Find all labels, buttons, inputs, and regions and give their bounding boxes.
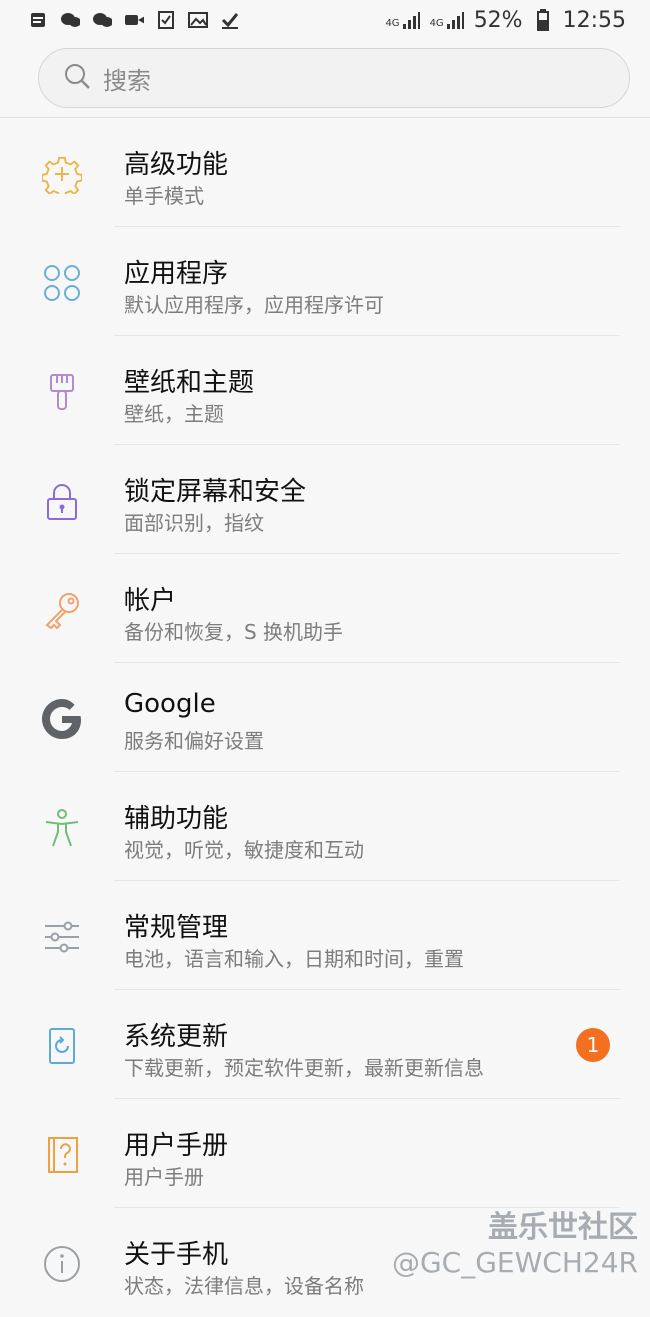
search-icon	[63, 62, 91, 94]
status-right: 4G 4G 52% 12:55	[385, 8, 626, 33]
item-subtitle: 用户手册	[124, 1165, 204, 1189]
notification-icons	[28, 10, 240, 30]
network-type-2: 4G	[429, 18, 444, 29]
google-icon	[40, 697, 84, 741]
signal-icon: 4G	[430, 11, 464, 29]
update-count-badge: 1	[576, 1028, 610, 1062]
item-title: 帐户	[124, 586, 177, 616]
item-title: Google	[124, 689, 216, 719]
lock-icon	[40, 479, 84, 523]
wechat-icon	[92, 10, 112, 30]
item-subtitle: 视觉，听觉，敏捷度和互动	[124, 838, 364, 862]
settings-item-system-update[interactable]: 系统更新 下载更新，预定软件更新，最新更新信息 1	[0, 990, 650, 1099]
network-type-1: 4G	[385, 18, 400, 29]
wallpaper-theme-icon	[40, 370, 84, 414]
info-icon	[40, 1242, 84, 1286]
settings-item-advanced-features[interactable]: 高级功能 单手模式	[0, 118, 650, 227]
item-subtitle: 下载更新，预定软件更新，最新更新信息	[124, 1056, 484, 1080]
item-title: 高级功能	[124, 150, 229, 180]
settings-item-google[interactable]: Google 服务和偏好设置	[0, 663, 650, 772]
item-subtitle: 面部识别，指纹	[124, 511, 264, 535]
item-subtitle: 壁纸，主题	[124, 402, 224, 426]
battery-icon	[533, 9, 553, 31]
settings-item-apps[interactable]: 应用程序 默认应用程序，应用程序许可	[0, 227, 650, 336]
watermark-title: 盖乐世社区	[488, 1210, 638, 1245]
signal-icon: 4G	[385, 11, 420, 29]
checklist-icon	[156, 10, 176, 30]
search-bar[interactable]: 搜索	[38, 48, 630, 108]
system-update-icon	[40, 1024, 84, 1068]
key-icon	[40, 588, 84, 632]
sliders-icon	[40, 915, 84, 959]
item-title: 锁定屏幕和安全	[124, 477, 307, 507]
item-subtitle: 服务和偏好设置	[124, 729, 264, 753]
wechat-icon	[60, 10, 80, 30]
settings-item-accounts[interactable]: 帐户 备份和恢复，S 换机助手	[0, 554, 650, 663]
item-title: 壁纸和主题	[124, 368, 255, 398]
item-title: 系统更新	[124, 1022, 229, 1052]
item-title: 常规管理	[124, 913, 229, 943]
settings-item-general-management[interactable]: 常规管理 电池，语言和输入，日期和时间，重置	[0, 881, 650, 990]
clock: 12:55	[562, 7, 626, 33]
item-subtitle: 默认应用程序，应用程序许可	[124, 293, 384, 317]
message-icon	[28, 10, 48, 30]
check-icon	[220, 10, 240, 30]
settings-item-wallpaper-themes[interactable]: 壁纸和主题 壁纸，主题	[0, 336, 650, 445]
apps-icon	[40, 261, 84, 305]
settings-list: 高级功能 单手模式 应用程序 默认应用程序，应用程序许可 壁纸和主题 壁纸，主题…	[0, 118, 650, 1317]
battery-percent: 52%	[473, 7, 523, 33]
item-title: 用户手册	[124, 1131, 229, 1161]
item-subtitle: 备份和恢复，S 换机助手	[124, 620, 344, 644]
item-subtitle: 状态，法律信息，设备名称	[124, 1274, 364, 1298]
settings-item-accessibility[interactable]: 辅助功能 视觉，听觉，敏捷度和互动	[0, 772, 650, 881]
item-title: 辅助功能	[124, 804, 229, 834]
accessibility-icon	[40, 806, 84, 850]
video-icon	[124, 10, 144, 30]
item-subtitle: 单手模式	[124, 184, 204, 208]
user-manual-icon	[40, 1133, 84, 1177]
settings-item-lock-screen-security[interactable]: 锁定屏幕和安全 面部识别，指纹	[0, 445, 650, 554]
item-subtitle: 电池，语言和输入，日期和时间，重置	[124, 947, 464, 971]
item-title: 应用程序	[124, 259, 229, 289]
settings-item-user-manual[interactable]: 用户手册 用户手册	[0, 1099, 650, 1208]
watermark-handle: @GC_GEWCH24R	[391, 1246, 638, 1279]
advanced-features-icon	[40, 152, 84, 196]
image-icon	[188, 10, 208, 30]
status-bar: 4G 4G 52% 12:55	[0, 0, 650, 40]
item-title: 关于手机	[124, 1240, 229, 1270]
search-placeholder: 搜索	[103, 66, 151, 95]
